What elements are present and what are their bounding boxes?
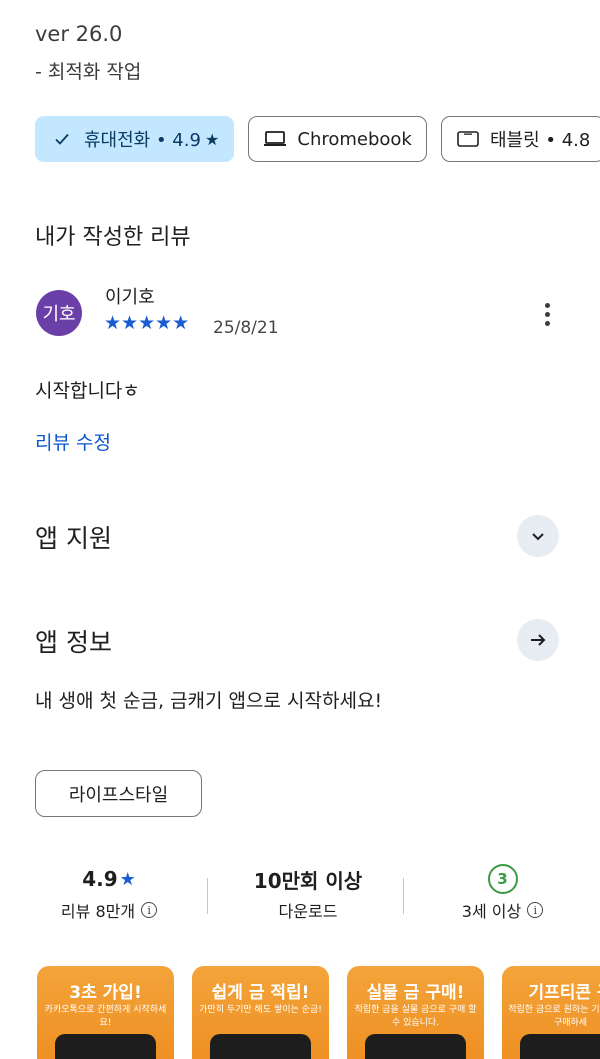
chip-tablet-label: 태블릿 • 4.8 — [489, 130, 591, 151]
my-review-title: 내가 작성한 리뷰 — [35, 225, 191, 250]
star-icon: ★ — [204, 129, 220, 149]
edit-review-link[interactable]: 리뷰 수정 — [35, 428, 111, 455]
stat-age: 3 3세 이상 i — [450, 862, 555, 922]
device-chip-row: 휴대전화 • 4.9 ★ Chromebook 태블릿 • 4.8 — [35, 116, 600, 164]
screenshot-subtitle: 가만히 두기만 해도 쌓이는 순금! — [199, 1005, 322, 1015]
screenshot-card[interactable]: 실물 금 구매! 적립한 금을 실물 금으로 구매 할 수 있습니다. — [347, 966, 484, 1059]
screenshot-card[interactable]: 기프티콘 구 적립한 금으로 원하는 기프티콘을 구매하세 — [502, 966, 600, 1059]
laptop-icon — [263, 127, 287, 151]
rating-stars: ★★★★★ — [104, 312, 190, 334]
stats-row: 4.9 ★ 리뷰 8만개 i 10만회 이상 다운로드 3 3세 이상 i — [0, 862, 600, 932]
screenshot-card[interactable]: 3초 가입! 카카오톡으로 간편하게 시작하세요! — [37, 966, 174, 1059]
rating-count-label: 리뷰 8만개 — [60, 902, 136, 921]
version-note: - 최적화 작업 — [35, 61, 142, 83]
screenshot-card[interactable]: 쉽게 금 적립! 가만히 두기만 해도 쌓이는 순금! — [192, 966, 329, 1059]
arrow-right-icon[interactable] — [517, 619, 559, 661]
screenshot-title: 3초 가입! — [69, 983, 142, 1003]
phone-mockup — [520, 1034, 600, 1059]
tablet-icon — [456, 127, 480, 151]
screenshot-subtitle: 카카오톡으로 간편하게 시작하세요! — [44, 1005, 167, 1028]
app-info-title[interactable]: 앱 정보 — [35, 623, 112, 659]
chip-chromebook-label: Chromebook — [297, 128, 412, 150]
star-icon: ★ — [119, 868, 136, 890]
chip-phone[interactable]: 휴대전화 • 4.9 ★ — [35, 116, 235, 162]
version-label: ver 26.0 — [35, 22, 123, 46]
check-icon — [50, 127, 74, 151]
rating-label-row: 리뷰 8만개 i — [60, 898, 158, 922]
phone-mockup — [210, 1034, 311, 1059]
avatar: 기호 — [36, 290, 82, 336]
screenshot-subtitle: 적립한 금을 실물 금으로 구매 할 수 있습니다. — [354, 1005, 477, 1028]
rating-value-row: 4.9 ★ — [82, 862, 136, 896]
chip-chromebook[interactable]: Chromebook — [248, 116, 427, 162]
chip-phone-label: 휴대전화 • 4.9 — [84, 130, 201, 151]
downloads-label: 다운로드 — [278, 902, 338, 921]
info-icon[interactable]: i — [141, 902, 158, 918]
screenshot-subtitle: 적립한 금으로 원하는 기프티콘을 구매하세 — [508, 1005, 600, 1028]
stat-downloads: 10만회 이상 다운로드 — [233, 862, 383, 922]
stat-rating: 4.9 ★ 리뷰 8만개 i — [54, 862, 164, 922]
age-label-row: 3세 이상 i — [461, 898, 544, 922]
age-badge-row: 3 — [487, 862, 518, 896]
more-options-icon[interactable] — [533, 297, 561, 331]
stats-divider — [403, 878, 404, 914]
age-label: 3세 이상 — [461, 902, 522, 921]
phone-mockup — [365, 1034, 466, 1059]
review-text: 시작합니다ㅎ — [35, 380, 140, 402]
review-date: 25/8/21 — [213, 318, 279, 338]
stats-divider — [207, 878, 208, 914]
info-icon[interactable]: i — [527, 902, 544, 918]
chip-tablet[interactable]: 태블릿 • 4.8 — [440, 116, 600, 162]
screenshot-title: 쉽게 금 적립! — [211, 983, 310, 1003]
screenshot-carousel[interactable]: 3초 가입! 카카오톡으로 간편하게 시작하세요! 쉽게 금 적립! 가만히 두… — [37, 966, 600, 1059]
rating-value: 4.9 — [82, 867, 118, 891]
screenshot-title: 실물 금 구매! — [366, 983, 465, 1003]
downloads-value: 10만회 이상 — [253, 868, 363, 893]
screenshot-title: 기프티콘 구 — [528, 983, 600, 1003]
app-support-title[interactable]: 앱 지원 — [35, 519, 112, 555]
reviewer-name: 이기호 — [105, 287, 155, 308]
age-rating-badge: 3 — [487, 864, 518, 894]
chevron-down-icon[interactable] — [517, 515, 559, 557]
app-description: 내 생애 첫 순금, 금캐기 앱으로 시작하세요! — [35, 690, 383, 712]
phone-mockup — [55, 1034, 156, 1059]
category-chip[interactable]: 라이프스타일 — [35, 770, 202, 817]
